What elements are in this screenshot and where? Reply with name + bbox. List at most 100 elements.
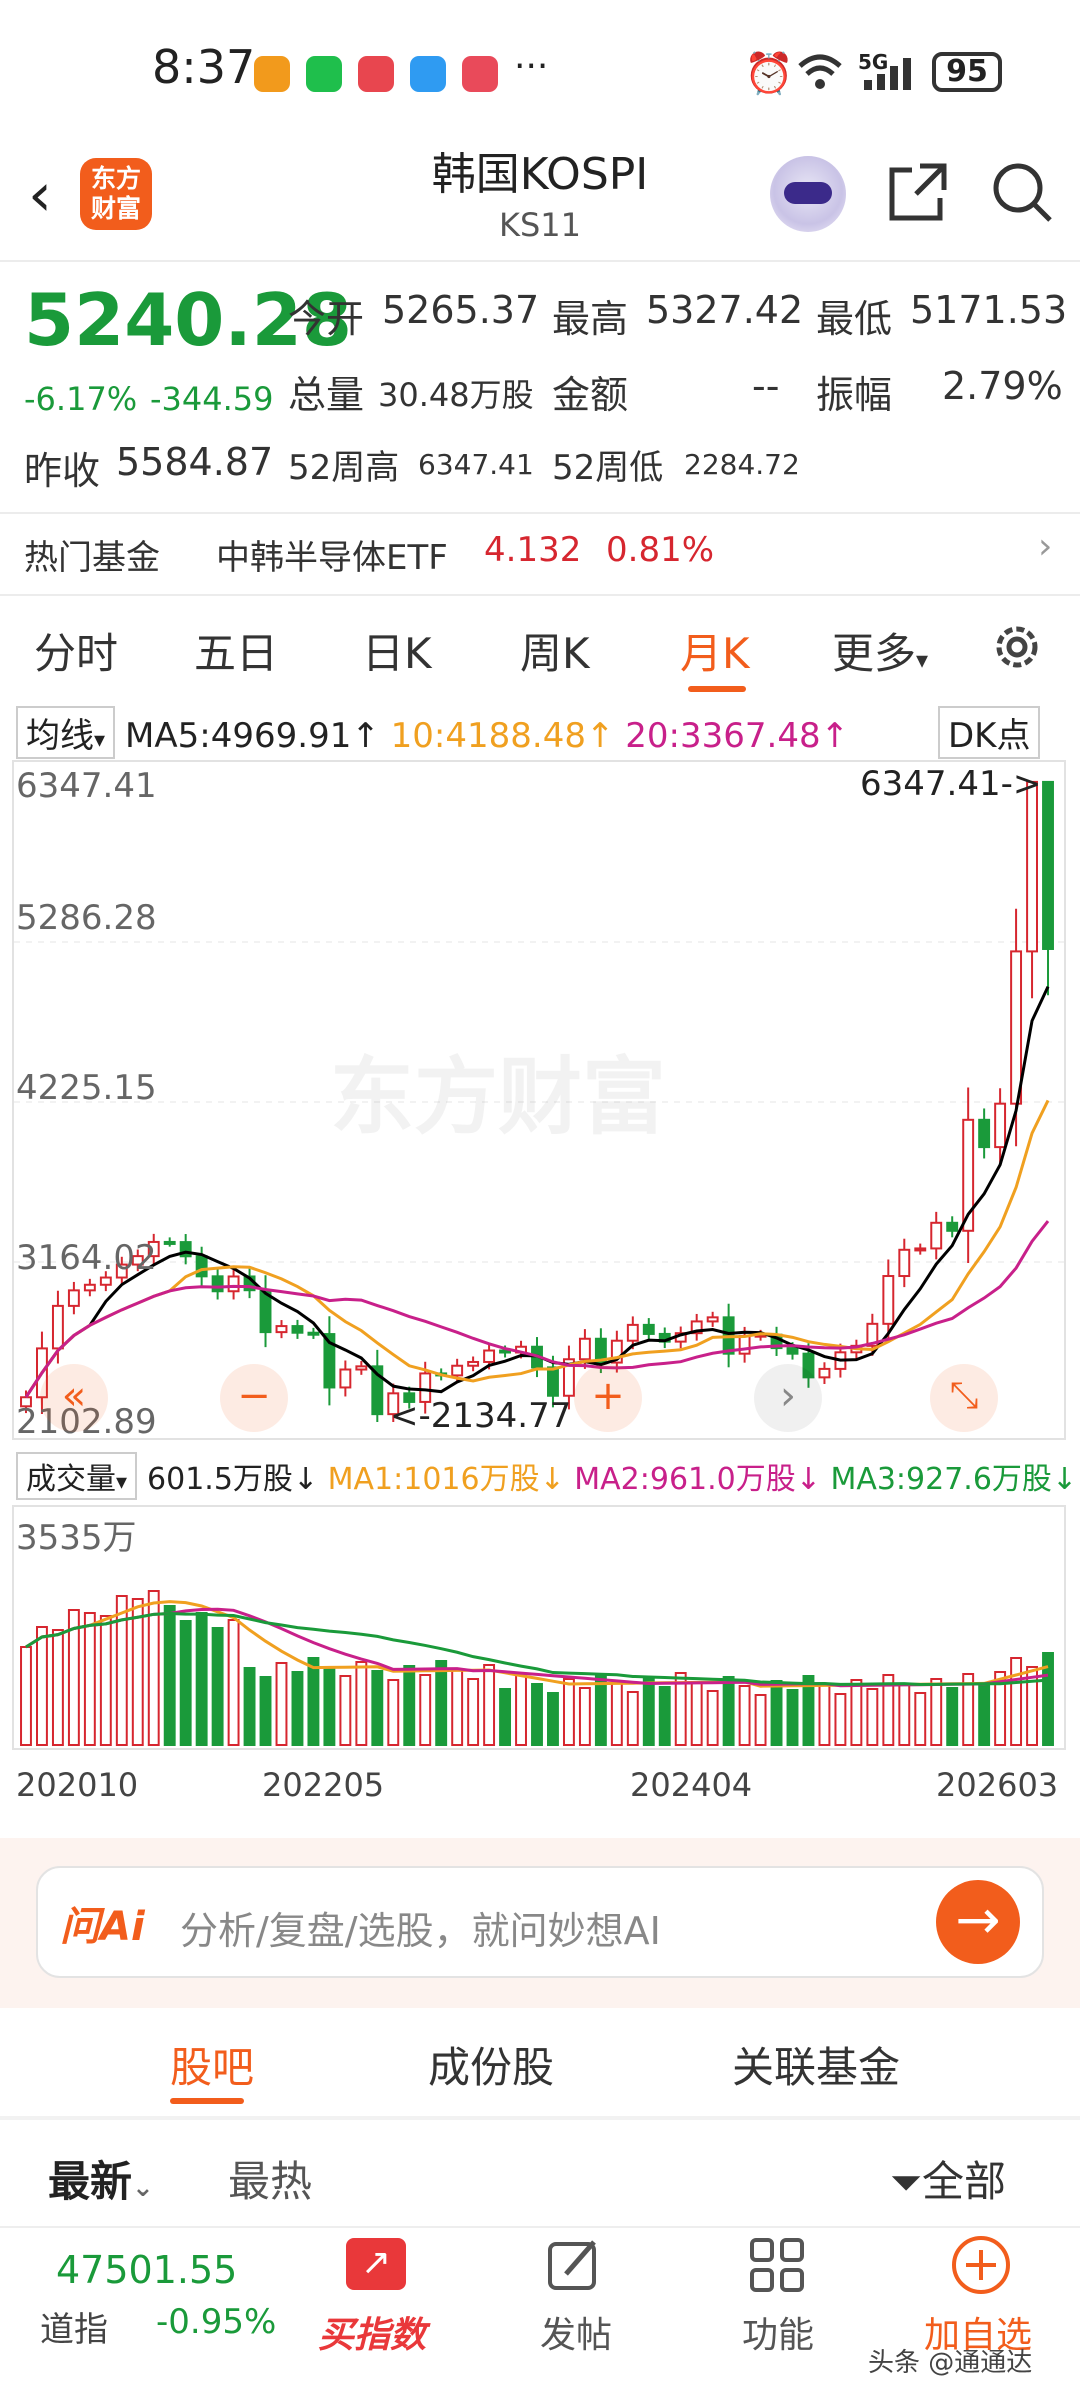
prev-close-value: 5584.87 — [116, 440, 274, 484]
ma20-value: 20:3367.48 — [625, 716, 821, 756]
volume-bar — [626, 1691, 639, 1746]
filter-hottest[interactable]: 最热 — [228, 2148, 312, 2209]
status-time: 8:37 — [152, 40, 256, 94]
volume-bar — [163, 1605, 176, 1746]
post-icon[interactable] — [546, 2236, 604, 2294]
dow-label: 道指 — [40, 2310, 108, 2350]
volume-bar — [898, 1683, 911, 1746]
post-label[interactable]: 发帖 — [540, 2306, 612, 2358]
scroll-left-button[interactable]: « — [40, 1364, 108, 1432]
huawei-icon — [462, 56, 498, 92]
candle — [99, 1276, 112, 1286]
ai-submit-button[interactable]: → — [936, 1880, 1020, 1964]
candle — [914, 1247, 927, 1252]
candle — [307, 1331, 320, 1336]
filter-latest[interactable]: 最新⌄ — [48, 2148, 154, 2209]
volume-selector-label: 成交量 — [26, 1462, 116, 1497]
tab-month-k[interactable]: 月K — [680, 620, 750, 681]
filter-all[interactable]: ⏷全部 — [890, 2148, 1006, 2209]
candle — [67, 1289, 80, 1307]
buy-index-icon[interactable]: ↗ — [346, 2238, 406, 2290]
tab-constituents[interactable]: 成份股 — [428, 2034, 554, 2095]
active-tab-indicator — [170, 2098, 244, 2104]
battery-indicator: 95 — [932, 52, 1002, 92]
chevron-right-icon[interactable]: › — [1038, 526, 1052, 567]
function-label[interactable]: 功能 — [742, 2306, 814, 2358]
ai-input-placeholder[interactable]: 分析/复盘/选股，就问妙想AI — [180, 1900, 661, 1955]
candle — [882, 1275, 895, 1325]
tab-five-day[interactable]: 五日 — [194, 620, 278, 681]
tab-day-k[interactable]: 日K — [362, 620, 432, 681]
wifi-icon — [798, 54, 842, 89]
x-label-1: 202010 — [16, 1766, 139, 1804]
volume-bar — [339, 1675, 352, 1746]
volume-selector[interactable]: 成交量▾ — [16, 1452, 138, 1500]
caret-down-icon: ▾ — [116, 1470, 128, 1495]
tab-minute[interactable]: 分时 — [34, 620, 118, 681]
chevron-down-icon: ⌄ — [132, 2173, 154, 2203]
y-label-2: 5286.28 — [16, 898, 157, 938]
volume-bar — [387, 1679, 400, 1746]
share-icon[interactable] — [886, 160, 950, 224]
ma10-value: 10:4188.48 — [390, 716, 586, 756]
filter-all-label: 全部 — [922, 2157, 1007, 2206]
candle — [451, 1364, 464, 1377]
candle — [355, 1365, 368, 1371]
zoom-in-button[interactable]: + — [574, 1364, 642, 1432]
candle — [483, 1349, 496, 1363]
candle — [1010, 950, 1023, 1105]
y-label-4: 3164.02 — [16, 1238, 157, 1278]
open-label: 今开 — [288, 297, 365, 341]
volume-bar — [547, 1692, 559, 1746]
ma-selector-label: 均线 — [26, 716, 94, 756]
volume-bar — [786, 1689, 799, 1746]
y-label-3: 4225.15 — [16, 1068, 157, 1108]
volume-bar — [578, 1687, 591, 1746]
tab-stock-forum[interactable]: 股吧 — [170, 2034, 254, 2095]
volume-chart-area[interactable] — [12, 1505, 1066, 1750]
grid-icon[interactable] — [748, 2236, 806, 2294]
search-icon[interactable] — [990, 160, 1054, 224]
volume-ma2: MA2:961.0万股 — [574, 1462, 796, 1497]
volume-bar — [658, 1686, 671, 1746]
zoom-out-button[interactable]: − — [220, 1364, 288, 1432]
dow-value[interactable]: 47501.55 — [56, 2248, 237, 2292]
add-circle-icon[interactable] — [950, 2234, 1012, 2296]
dk-point-button[interactable]: DK点 — [938, 706, 1041, 759]
caret-down-icon: ▾ — [916, 646, 929, 674]
scroll-right-button[interactable]: › — [754, 1364, 822, 1432]
volume-bar — [323, 1666, 336, 1746]
hot-fund-name[interactable]: 中韩半导体ETF — [216, 530, 448, 579]
tab-week-k[interactable]: 周K — [520, 620, 590, 681]
tab-more[interactable]: 更多▾ — [832, 620, 928, 681]
fullscreen-icon[interactable]: ⤡ — [930, 1364, 998, 1432]
volume-bar — [195, 1612, 208, 1746]
buy-index-label[interactable]: 买指数 — [318, 2306, 426, 2358]
volume-bar — [131, 1598, 144, 1746]
candle — [626, 1323, 639, 1342]
candle — [738, 1334, 751, 1355]
candle — [786, 1347, 799, 1355]
ai-robot-icon[interactable] — [770, 156, 846, 232]
volume-bar — [371, 1670, 384, 1746]
footer-watermark: 头条 @通通达 — [868, 2348, 1033, 2378]
tab-related-funds[interactable]: 关联基金 — [732, 2034, 900, 2095]
arrow-down-icon: ↓ — [1051, 1462, 1078, 1497]
arrow-down-icon: ↓ — [292, 1462, 319, 1497]
volume-bar — [275, 1662, 288, 1746]
ai-logo: 问Ai — [60, 1904, 145, 1950]
gear-icon[interactable] — [990, 620, 1044, 674]
open-value: 5265.37 — [382, 288, 540, 332]
candle — [227, 1275, 240, 1293]
volume-bar — [307, 1657, 320, 1746]
volume-bar — [403, 1665, 416, 1746]
volume-ma1: MA1:1016万股 — [327, 1462, 540, 1497]
volume-bar — [515, 1674, 527, 1746]
candle — [195, 1255, 208, 1278]
volume-chart[interactable] — [14, 1507, 1064, 1748]
candle — [578, 1337, 591, 1361]
ma-selector[interactable]: 均线▾ — [16, 706, 116, 759]
volume-bar — [355, 1661, 368, 1746]
hot-fund-price: 4.132 — [484, 530, 582, 570]
book-icon — [358, 56, 394, 92]
